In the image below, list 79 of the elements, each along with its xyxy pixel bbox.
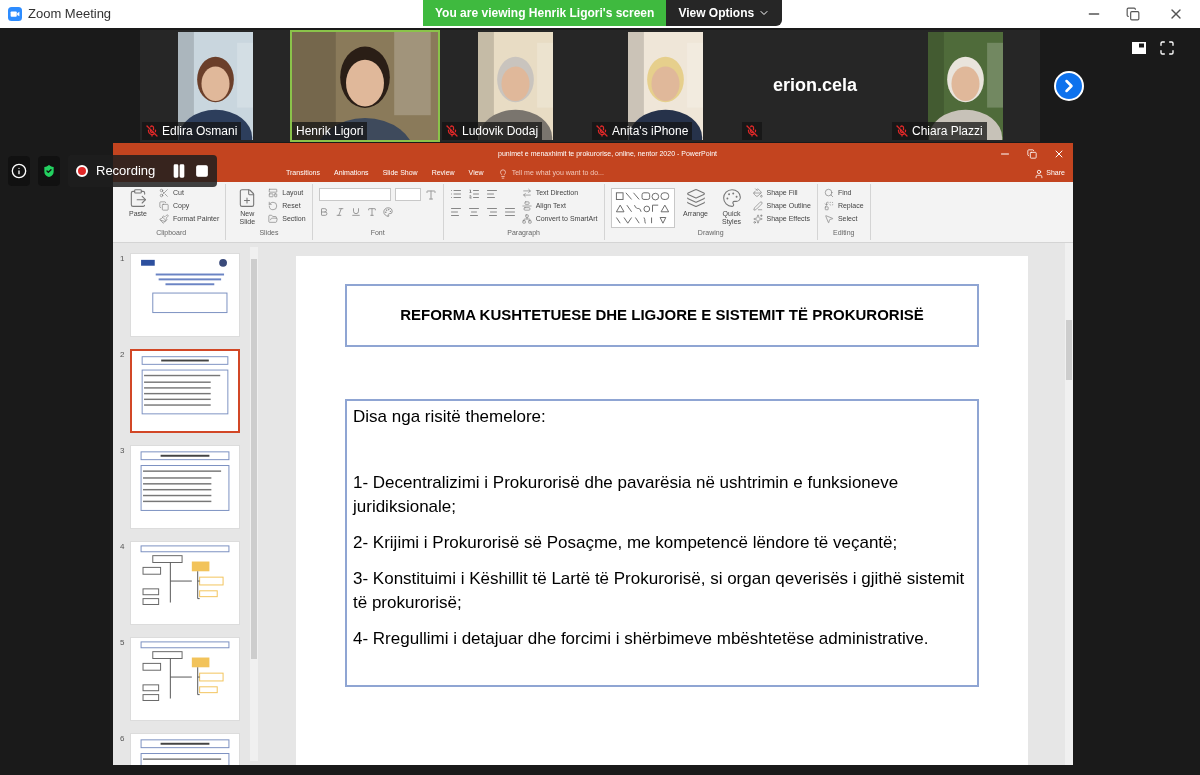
- slide-number: 5: [120, 637, 126, 649]
- window-title: Zoom Meeting: [28, 5, 112, 24]
- stop-icon[interactable]: [195, 164, 210, 178]
- encryption-button[interactable]: [38, 156, 60, 186]
- gallery-view-icon[interactable]: [1131, 40, 1147, 56]
- paintbrush-icon: [159, 214, 169, 224]
- slide-thumbnail[interactable]: [130, 349, 240, 433]
- info-icon: [11, 163, 27, 179]
- font-color-icon[interactable]: [366, 207, 377, 217]
- meeting-info-button[interactable]: [8, 156, 30, 186]
- participant-name: Anita's iPhone: [612, 122, 689, 140]
- slide-number: 1: [120, 253, 126, 265]
- recording-label: Recording: [96, 162, 156, 181]
- slide-point: 2- Krijimi i Prokurorisë së Posaçme, me kompetencë lëndore të veçantë;: [353, 532, 899, 554]
- font-size-field[interactable]: [394, 188, 421, 201]
- participant-tile[interactable]: Edlira Osmani: [140, 29, 290, 142]
- reset-icon: [268, 201, 279, 211]
- pen-icon: [752, 201, 763, 211]
- slide-number: 2: [120, 349, 126, 361]
- lightbulb-icon: [497, 168, 508, 179]
- bold-icon[interactable]: [318, 207, 329, 217]
- slide-point: 3- Konstituimi i Këshillit të Lartë të Prokurorisë, si organ qeverisës i gjithë sistemit të prokurorisë;: [353, 568, 966, 614]
- copy-icon: [159, 201, 169, 211]
- replace-icon: [823, 201, 834, 211]
- participant-tile[interactable]: Anita's iPhone: [590, 29, 740, 142]
- close-icon[interactable]: [1053, 148, 1065, 160]
- restore-icon[interactable]: [1027, 149, 1037, 159]
- shield-check-icon: [41, 163, 57, 179]
- pointer-icon: [823, 214, 834, 224]
- slide-number: 4: [120, 541, 126, 553]
- fullscreen-icon[interactable]: [1159, 40, 1175, 56]
- diagram-icon: [521, 214, 532, 224]
- font-grow-icon[interactable]: [424, 188, 437, 201]
- participant-name: erion.cela: [772, 74, 857, 97]
- sparkles-icon: [752, 214, 763, 224]
- indent-icon[interactable]: [485, 188, 498, 200]
- italic-icon[interactable]: [334, 207, 345, 217]
- font-name-field[interactable]: [318, 188, 391, 201]
- slide-number: 3: [120, 445, 126, 457]
- numbering-icon[interactable]: [467, 188, 480, 200]
- slide-intro: Disa nga risitë themelore:: [353, 406, 547, 428]
- participant-tile[interactable]: Chiara Plazzi: [890, 29, 1040, 142]
- participant-tile[interactable]: Henrik Ligori: [290, 29, 440, 142]
- participant-tile[interactable]: erion.cela: [740, 29, 890, 142]
- slide-point: 4- Rregullimi i detajuar dhe forcimi i shërbimeve mbështetëse administrative.: [353, 628, 930, 650]
- person-icon: [1034, 168, 1045, 179]
- justify-icon[interactable]: [503, 206, 516, 218]
- zoom-logo-icon: [8, 7, 22, 21]
- align-left-icon[interactable]: [449, 206, 462, 218]
- search-icon: [823, 188, 834, 198]
- arrows-icon: [521, 188, 532, 198]
- slide-scrollbar[interactable]: [1065, 243, 1073, 765]
- participant-name: Ludovik Dodaj: [462, 122, 539, 140]
- restore-icon[interactable]: [1126, 7, 1140, 21]
- bullets-icon[interactable]: [449, 188, 462, 200]
- participant-name: Henrik Ligori: [296, 122, 364, 140]
- participant-tile[interactable]: Ludovik Dodaj: [440, 29, 590, 142]
- thumbnail-scrollbar[interactable]: [250, 247, 258, 761]
- participant-name: Chiara Plazzi: [912, 122, 983, 140]
- align-right-icon[interactable]: [485, 206, 498, 218]
- palette-icon: [721, 188, 742, 208]
- highlight-icon[interactable]: [382, 207, 393, 217]
- align-center-icon[interactable]: [467, 206, 480, 218]
- slide-number: 6: [120, 733, 126, 745]
- shapes-gallery[interactable]: [610, 188, 675, 228]
- view-options-button[interactable]: View Options: [666, 0, 783, 26]
- align-icon: [521, 201, 532, 211]
- folder-icon: [268, 214, 279, 224]
- screen-share-banner: You are viewing Henrik Ligori's screen: [423, 0, 667, 26]
- slide-title: REFORMA KUSHTETUESE DHE LIGJORE E SISTEMIT TË PROKURORISË: [400, 305, 924, 326]
- participant-name: Edlira Osmani: [162, 122, 238, 140]
- layout-icon: [268, 188, 279, 198]
- scissors-icon: [159, 188, 169, 198]
- next-page-button[interactable]: [1054, 70, 1084, 101]
- layers-icon: [685, 188, 706, 208]
- slide-point: 1- Decentralizimi i Prokurorisë dhe pavarësia në ushtrimin e funksioneve juridiksionale;: [353, 472, 900, 518]
- paint-bucket-icon: [752, 188, 763, 198]
- clipboard-icon: [128, 188, 148, 208]
- underline-icon[interactable]: [350, 207, 361, 217]
